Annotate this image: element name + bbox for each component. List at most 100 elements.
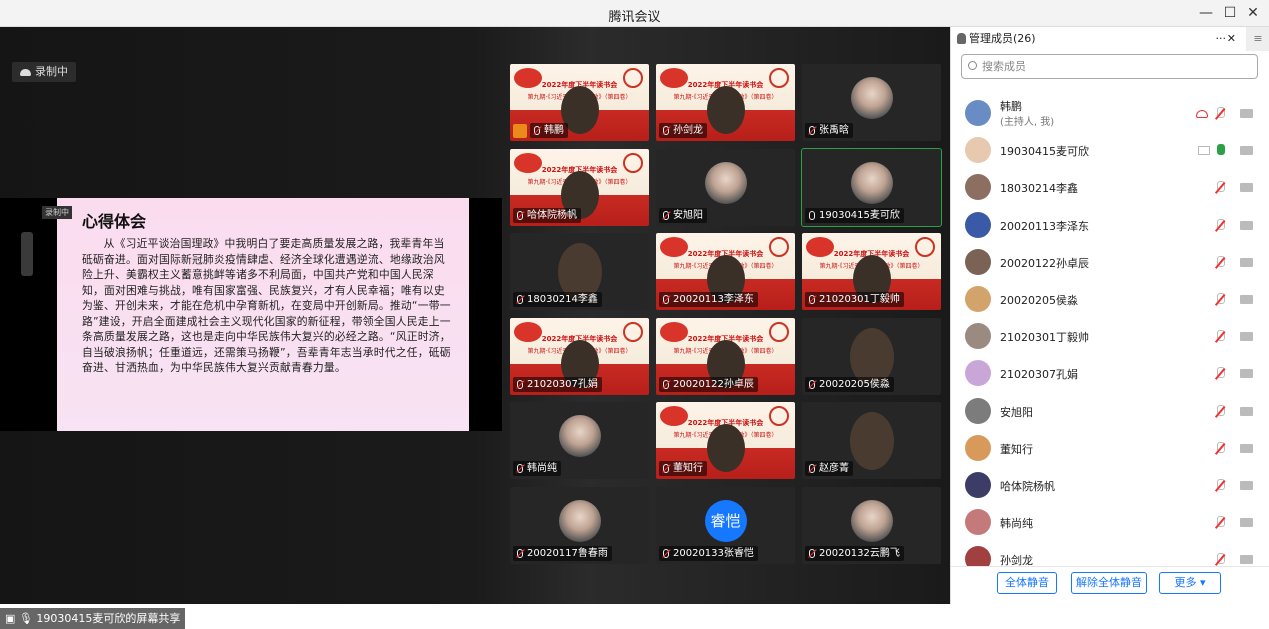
participant-name-text: 20020117鲁春雨 — [527, 547, 608, 559]
mic-muted-icon[interactable] — [1215, 441, 1225, 455]
participant-avatar — [704, 161, 747, 204]
video-tile[interactable]: 赵彦菁 — [802, 402, 941, 479]
video-tile[interactable]: 20020117鲁春雨 — [510, 486, 649, 564]
camera-off-icon[interactable] — [1240, 183, 1253, 193]
mic-muted-icon[interactable] — [1215, 404, 1225, 418]
mic-muted-icon[interactable] — [1215, 292, 1225, 306]
video-tile[interactable]: 2022年度下半年读书会第九期·《习近平谈治国理政》（第四卷）董知行 — [656, 402, 795, 479]
video-tile[interactable]: 2022年度下半年读书会第九期·《习近平谈治国理政》（第四卷）韩鹏 — [510, 64, 649, 141]
member-name: 20020122孙卓辰 — [1000, 256, 1089, 270]
member-row[interactable]: 董知行 — [951, 430, 1269, 467]
video-tile[interactable]: 2022年度下半年读书会第九期·《习近平谈治国理政》（第四卷）孙剑龙 — [656, 64, 795, 141]
video-tile[interactable]: 20020132云鹏飞 — [802, 486, 941, 564]
close-panel-icon[interactable]: ✕ — [1227, 27, 1236, 51]
member-row[interactable]: 韩鹏 (主持人, 我) — [951, 95, 1269, 132]
camera-off-icon[interactable] — [1240, 480, 1253, 490]
mic-muted-icon[interactable] — [1215, 553, 1225, 566]
video-tile[interactable]: 19030415麦可欣 — [801, 147, 942, 227]
mic-muted-icon[interactable] — [1215, 330, 1225, 343]
mic-muted-icon[interactable] — [1215, 478, 1225, 492]
video-tile[interactable]: 2022年度下半年读书会第九期·《习近平谈治国理政》（第四卷）21020307孔… — [510, 317, 649, 395]
member-name: 安旭阳 — [1000, 405, 1033, 419]
mic-muted-icon[interactable] — [1215, 255, 1225, 269]
title-bar: 腾讯会议 — ☐ ✕ — [0, 0, 1269, 27]
minimize-button[interactable]: — — [1197, 4, 1215, 22]
mic-muted-icon[interactable] — [1215, 181, 1225, 194]
panel-rail-icon[interactable]: ≡ — [1246, 27, 1269, 51]
mic-muted-icon[interactable] — [1215, 367, 1225, 380]
mic-muted-icon[interactable] — [1215, 107, 1225, 120]
participant-name-text: 20020122孙卓辰 — [673, 378, 754, 390]
recording-indicator[interactable]: 录制中 — [12, 62, 76, 82]
unmute-all-button[interactable]: 解除全体静音 — [1071, 572, 1147, 594]
participant-name: 21020301丁毅帅 — [805, 292, 904, 307]
participant-avatar — [558, 499, 601, 542]
participant-name: 21020307孔娟 — [513, 376, 602, 392]
panel-title: 管理成员(26) — [969, 32, 1036, 45]
video-tile[interactable]: 2022年度下半年读书会第九期·《习近平谈治国理政》（第四卷）哈体院杨帆 — [510, 148, 649, 226]
member-name: 18030214李鑫 — [1000, 182, 1078, 196]
mic-muted-icon[interactable] — [1215, 516, 1225, 529]
video-tile[interactable]: 韩尚纯 — [510, 402, 649, 479]
cloud-icon — [20, 68, 31, 76]
panel-footer: 全体静音 解除全体静音 更多 ▾ — [951, 566, 1269, 604]
camera-off-icon[interactable] — [1240, 555, 1253, 565]
participant-video — [706, 424, 745, 472]
video-tile[interactable]: 安旭阳 — [656, 148, 795, 226]
camera-off-icon[interactable] — [1240, 109, 1253, 118]
search-input[interactable]: 搜索成员 — [961, 54, 1258, 79]
camera-off-icon[interactable] — [1240, 294, 1253, 304]
member-row[interactable]: 安旭阳 — [951, 393, 1269, 430]
camera-off-icon[interactable] — [1240, 257, 1253, 267]
mic-muted-icon[interactable] — [1215, 218, 1225, 232]
avatar — [965, 137, 991, 164]
member-row[interactable]: 21020307孔娟 — [951, 355, 1269, 392]
avatar — [965, 248, 991, 275]
share-panel-handle[interactable] — [21, 232, 33, 276]
video-tile[interactable]: 2022年度下半年读书会第九期·《习近平谈治国理政》（第四卷）21020301丁… — [802, 233, 941, 310]
more-options-icon[interactable]: ··· — [1216, 27, 1227, 51]
participant-name-text: 赵彦菁 — [819, 463, 849, 474]
mic-icon — [809, 210, 815, 220]
close-window-button[interactable]: ✕ — [1244, 4, 1262, 22]
mic-muted-icon — [663, 379, 669, 389]
member-row[interactable]: 19030415麦可欣 — [951, 132, 1269, 169]
member-name: 哈体院杨帆 — [1000, 479, 1055, 493]
participant-name-text: 21020301丁毅帅 — [819, 294, 900, 305]
video-tile[interactable]: 2022年度下半年读书会第九期·《习近平谈治国理政》（第四卷）20020113李… — [656, 233, 795, 310]
camera-off-icon[interactable] — [1240, 518, 1253, 528]
mic-muted-icon — [517, 548, 523, 558]
member-name: 21020307孔娟 — [1000, 368, 1078, 382]
maximize-button[interactable]: ☐ — [1221, 4, 1239, 22]
video-tile[interactable]: 张禹晗 — [802, 64, 941, 141]
participant-name-text: 张禹晗 — [819, 125, 849, 136]
member-row[interactable]: 20020113李泽东 — [951, 207, 1269, 244]
video-tile[interactable]: 18030214李鑫 — [510, 233, 649, 310]
participant-name: 20020113李泽东 — [659, 292, 758, 307]
participant-avatar — [850, 499, 893, 542]
camera-off-icon[interactable] — [1240, 369, 1253, 379]
member-row[interactable]: 21020301丁毅帅 — [951, 318, 1269, 355]
avatar — [965, 434, 991, 461]
member-row[interactable]: 韩尚纯 — [951, 504, 1269, 541]
mic-muted-icon — [809, 464, 815, 473]
mic-muted-icon — [517, 295, 523, 304]
mic-icon[interactable] — [1215, 144, 1225, 157]
camera-off-icon[interactable] — [1240, 146, 1253, 156]
participant-video — [706, 86, 745, 134]
mute-all-button[interactable]: 全体静音 — [997, 572, 1057, 594]
video-tile[interactable]: 睿恺 20020133张睿恺 — [656, 486, 795, 564]
member-row[interactable]: 20020205侯淼 — [951, 281, 1269, 318]
video-tile[interactable]: 20020205侯淼 — [802, 317, 941, 395]
participant-name: 孙剑龙 — [659, 123, 707, 138]
camera-off-icon[interactable] — [1240, 332, 1253, 342]
camera-off-icon[interactable] — [1240, 220, 1253, 230]
camera-off-icon[interactable] — [1240, 406, 1253, 416]
camera-off-icon[interactable] — [1240, 443, 1253, 453]
more-button[interactable]: 更多 ▾ — [1159, 572, 1221, 594]
screen-share-view[interactable]: 心得体会 从《习近平谈治国理政》中我明白了要走高质量发展之路，我辈青年当砥砺奋进… — [0, 198, 502, 431]
member-row[interactable]: 哈体院杨帆 — [951, 467, 1269, 504]
video-tile[interactable]: 2022年度下半年读书会第九期·《习近平谈治国理政》（第四卷）20020122孙… — [656, 317, 795, 395]
member-row[interactable]: 18030214李鑫 — [951, 169, 1269, 206]
member-row[interactable]: 20020122孙卓辰 — [951, 244, 1269, 281]
